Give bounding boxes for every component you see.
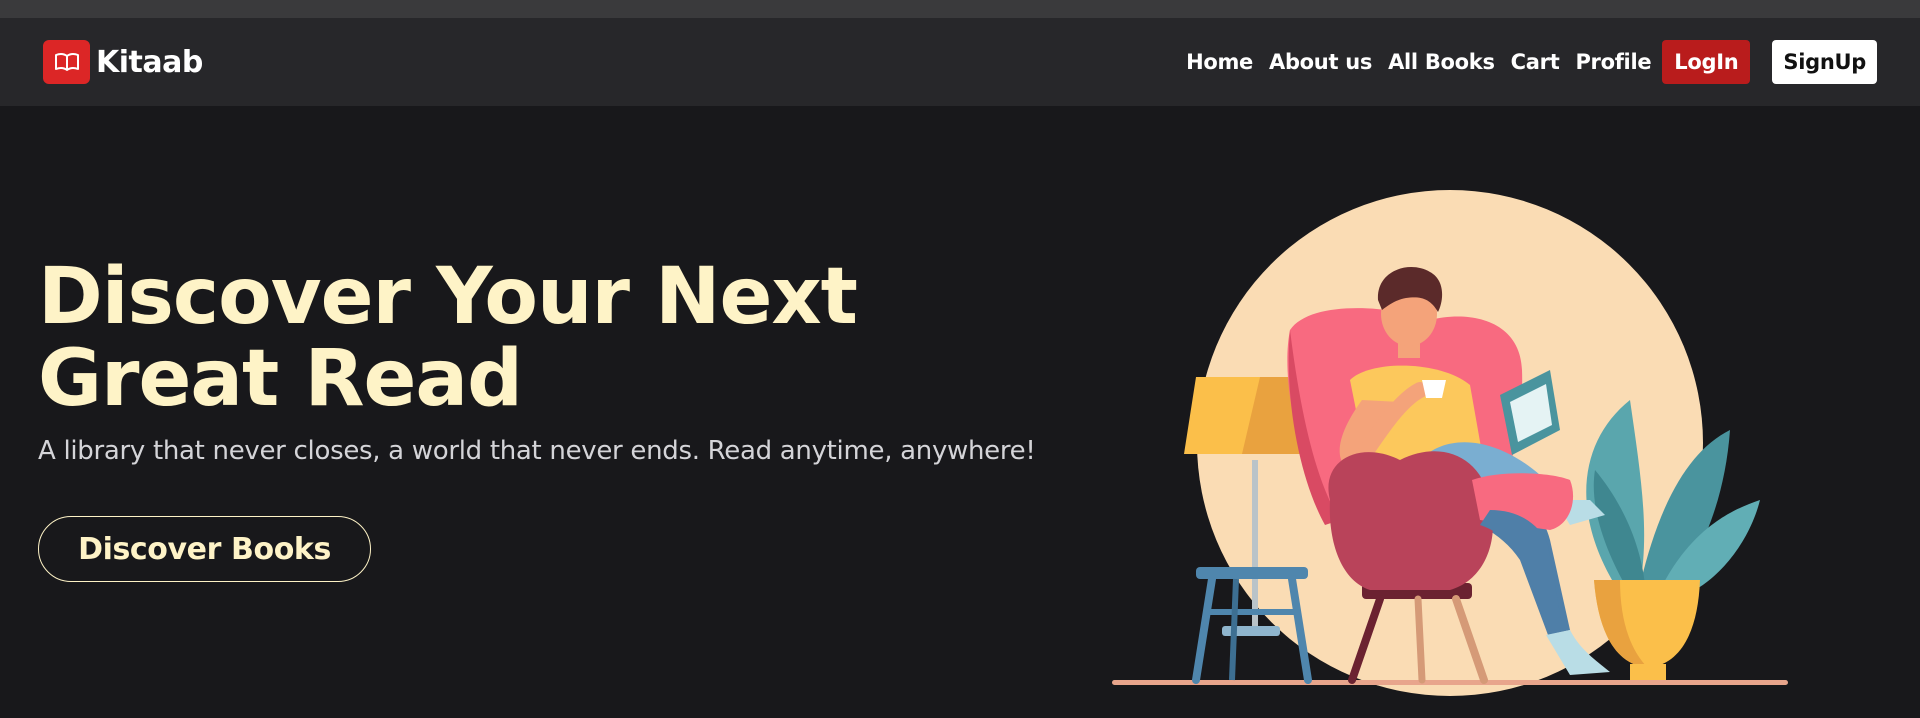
brand[interactable]: Kitaab [43, 40, 203, 84]
hero-title: Discover Your Next Great Read [38, 252, 858, 424]
reading-illustration [1112, 190, 1788, 696]
book-open-icon [43, 40, 90, 84]
nav-link-about[interactable]: About us [1269, 50, 1372, 74]
main-nav: Home About us All Books Cart Profile Log… [1186, 40, 1877, 84]
browser-top-strip [0, 0, 1920, 18]
nav-link-all-books[interactable]: All Books [1388, 50, 1495, 74]
floor-line [1112, 680, 1788, 685]
coffee-cup [1422, 380, 1446, 398]
armchair-seat [1328, 451, 1494, 590]
navbar: Kitaab Home About us All Books Cart Prof… [0, 18, 1920, 106]
nav-link-profile[interactable]: Profile [1575, 50, 1651, 74]
login-button[interactable]: LogIn [1662, 40, 1751, 84]
nav-link-home[interactable]: Home [1186, 50, 1253, 74]
hero-subtitle: A library that never closes, a world tha… [38, 436, 1036, 466]
nav-link-cart[interactable]: Cart [1511, 50, 1560, 74]
discover-books-button[interactable]: Discover Books [38, 516, 371, 582]
brand-name: Kitaab [96, 44, 203, 80]
signup-button[interactable]: SignUp [1772, 40, 1877, 84]
